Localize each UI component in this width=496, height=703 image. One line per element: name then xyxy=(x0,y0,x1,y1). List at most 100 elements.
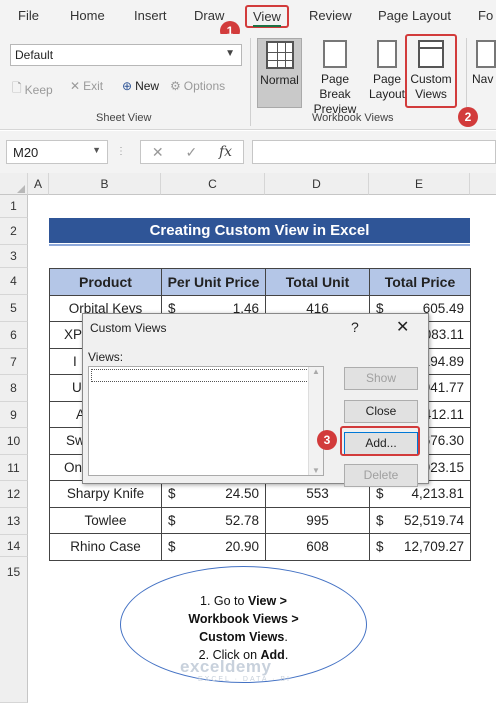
column-header-a[interactable]: A xyxy=(28,173,49,195)
tab-file[interactable]: File xyxy=(18,8,39,23)
custom-views-highlight xyxy=(405,34,457,108)
tab-draw[interactable]: Draw xyxy=(194,8,224,23)
cell-total-price[interactable]: $12,709.27 xyxy=(369,533,471,561)
page-break-icon xyxy=(323,40,347,68)
row-header-10[interactable]: 10 xyxy=(0,428,28,455)
currency-symbol: $ xyxy=(168,539,176,554)
navigation-icon xyxy=(476,40,496,68)
delete-button[interactable]: Delete xyxy=(344,464,418,487)
row-header-9[interactable]: 9 xyxy=(0,402,28,428)
column-header-b[interactable]: B xyxy=(49,173,161,195)
corner-triangle-icon xyxy=(17,185,25,193)
formula-bar: M20 ▼ ⋮ ✕ ✓ fx xyxy=(0,131,496,173)
tab-review[interactable]: Review xyxy=(309,8,352,23)
watermark-tagline: EXCEL · DATA · BI xyxy=(198,676,291,683)
row-header-7[interactable]: 7 xyxy=(0,349,28,375)
name-box[interactable]: M20 ▼ xyxy=(6,140,108,164)
views-list[interactable]: ▲ ▼ xyxy=(88,366,324,476)
dialog-title: Custom Views xyxy=(90,321,167,335)
scroll-up-icon[interactable]: ▲ xyxy=(309,367,323,376)
exit-label: Exit xyxy=(83,79,104,93)
column-header-e[interactable]: E xyxy=(369,173,470,195)
cell-product[interactable]: Towlee xyxy=(49,506,162,534)
cell-total-unit[interactable]: 608 xyxy=(265,533,370,561)
page-break-preview-button[interactable]: Page Break Preview xyxy=(304,38,366,116)
header-unit-price[interactable]: Per Unit Price xyxy=(161,268,266,296)
chevron-down-icon: ▼ xyxy=(225,48,235,59)
total-value: 52,519.74 xyxy=(403,512,464,528)
tab-insert[interactable]: Insert xyxy=(134,8,167,23)
row-header-1[interactable]: 1 xyxy=(0,195,28,218)
row-header-13[interactable]: 13 xyxy=(0,508,28,535)
cell-total-price[interactable]: $52,519.74 xyxy=(369,506,471,534)
row-header-4[interactable]: 4 xyxy=(0,268,28,295)
help-button[interactable]: ? xyxy=(351,319,359,335)
cell-unit-price[interactable]: $24.50 xyxy=(161,480,266,508)
callout-3: 3 xyxy=(317,430,337,450)
add-button-highlight xyxy=(340,426,420,456)
exit-button[interactable]: ✕ Exit xyxy=(70,79,103,93)
page-layout-button[interactable]: Page Layout xyxy=(368,38,406,108)
price-value: 20.90 xyxy=(225,539,259,554)
keep-button[interactable]: 🗋 Keep xyxy=(12,79,53,100)
navigation-label: Nav xyxy=(472,72,494,86)
table-row: Towlee $52.78 995 $52,519.74 xyxy=(49,506,471,534)
currency-symbol: $ xyxy=(376,486,384,501)
row-header-12[interactable]: 12 xyxy=(0,481,28,508)
more-icon: ⋮ xyxy=(116,146,126,157)
row-header-8[interactable]: 8 xyxy=(0,375,28,402)
row-header-5[interactable]: 5 xyxy=(0,295,28,322)
tab-view[interactable]: View xyxy=(245,5,289,28)
table-header-row: Product Per Unit Price Total Unit Total … xyxy=(49,268,471,296)
ribbon-tabs: File Home Insert Draw View Review Page L… xyxy=(0,0,496,34)
row-header-11[interactable]: 11 xyxy=(0,455,28,481)
cancel-icon[interactable]: ✕ xyxy=(152,144,164,161)
scroll-down-icon[interactable]: ▼ xyxy=(309,466,323,475)
cell-product[interactable]: Sharpy Knife xyxy=(49,480,162,508)
views-list-scrollbar[interactable]: ▲ ▼ xyxy=(308,367,323,475)
currency-symbol: $ xyxy=(376,539,384,554)
row-header-3[interactable]: 3 xyxy=(0,245,28,268)
cell-unit-price[interactable]: $52.78 xyxy=(161,506,266,534)
formula-actions: ✕ ✓ fx xyxy=(140,140,244,164)
show-button[interactable]: Show xyxy=(344,367,418,390)
header-total-unit[interactable]: Total Unit xyxy=(265,268,370,296)
close-button[interactable]: Close xyxy=(344,400,418,423)
table-row: Rhino Case $20.90 608 $12,709.27 xyxy=(49,533,471,561)
column-header-d[interactable]: D xyxy=(265,173,369,195)
cell-total-unit[interactable]: 995 xyxy=(265,506,370,534)
name-box-value: M20 xyxy=(13,145,39,160)
enter-icon[interactable]: ✓ xyxy=(185,144,197,161)
column-header-f[interactable] xyxy=(470,173,496,195)
note-line-2: Workbook Views > xyxy=(188,612,299,626)
tab-home[interactable]: Home xyxy=(70,8,105,23)
cell-unit-price[interactable]: $20.90 xyxy=(161,533,266,561)
navigation-button[interactable]: Nav xyxy=(472,38,496,108)
title-underline xyxy=(49,244,470,246)
price-value: 24.50 xyxy=(225,486,259,501)
insert-function-button[interactable]: fx xyxy=(219,144,232,160)
header-product[interactable]: Product xyxy=(49,268,162,296)
row-header-15[interactable]: 15 xyxy=(0,557,28,703)
close-icon[interactable]: ✕ xyxy=(396,317,409,337)
row-header-2[interactable]: 2 xyxy=(0,218,28,245)
watermark-logo: exceldemy xyxy=(180,657,272,676)
sheet-view-dropdown[interactable]: Default ▼ xyxy=(10,44,242,66)
header-total-price[interactable]: Total Price xyxy=(369,268,471,296)
new-sheet-view-button[interactable]: ⊕ New xyxy=(122,79,159,93)
normal-view-button[interactable]: Normal xyxy=(257,38,302,108)
page-break-label-1: Page Break xyxy=(319,72,351,101)
group-divider xyxy=(250,38,251,126)
sheet-view-value: Default xyxy=(15,48,54,62)
formula-input[interactable] xyxy=(252,140,496,164)
note-line-3: Custom Views. xyxy=(199,630,288,644)
new-view-icon: ⊕ xyxy=(122,79,133,93)
row-header-14[interactable]: 14 xyxy=(0,535,28,557)
column-header-c[interactable]: C xyxy=(161,173,265,195)
tab-formulas-partial[interactable]: Fo xyxy=(478,8,493,23)
row-header-6[interactable]: 6 xyxy=(0,322,28,349)
cell-product[interactable]: Rhino Case xyxy=(49,533,162,561)
select-all-corner[interactable] xyxy=(0,173,28,195)
options-button[interactable]: ⚙ Options xyxy=(170,79,225,93)
tab-page-layout[interactable]: Page Layout xyxy=(378,8,451,23)
